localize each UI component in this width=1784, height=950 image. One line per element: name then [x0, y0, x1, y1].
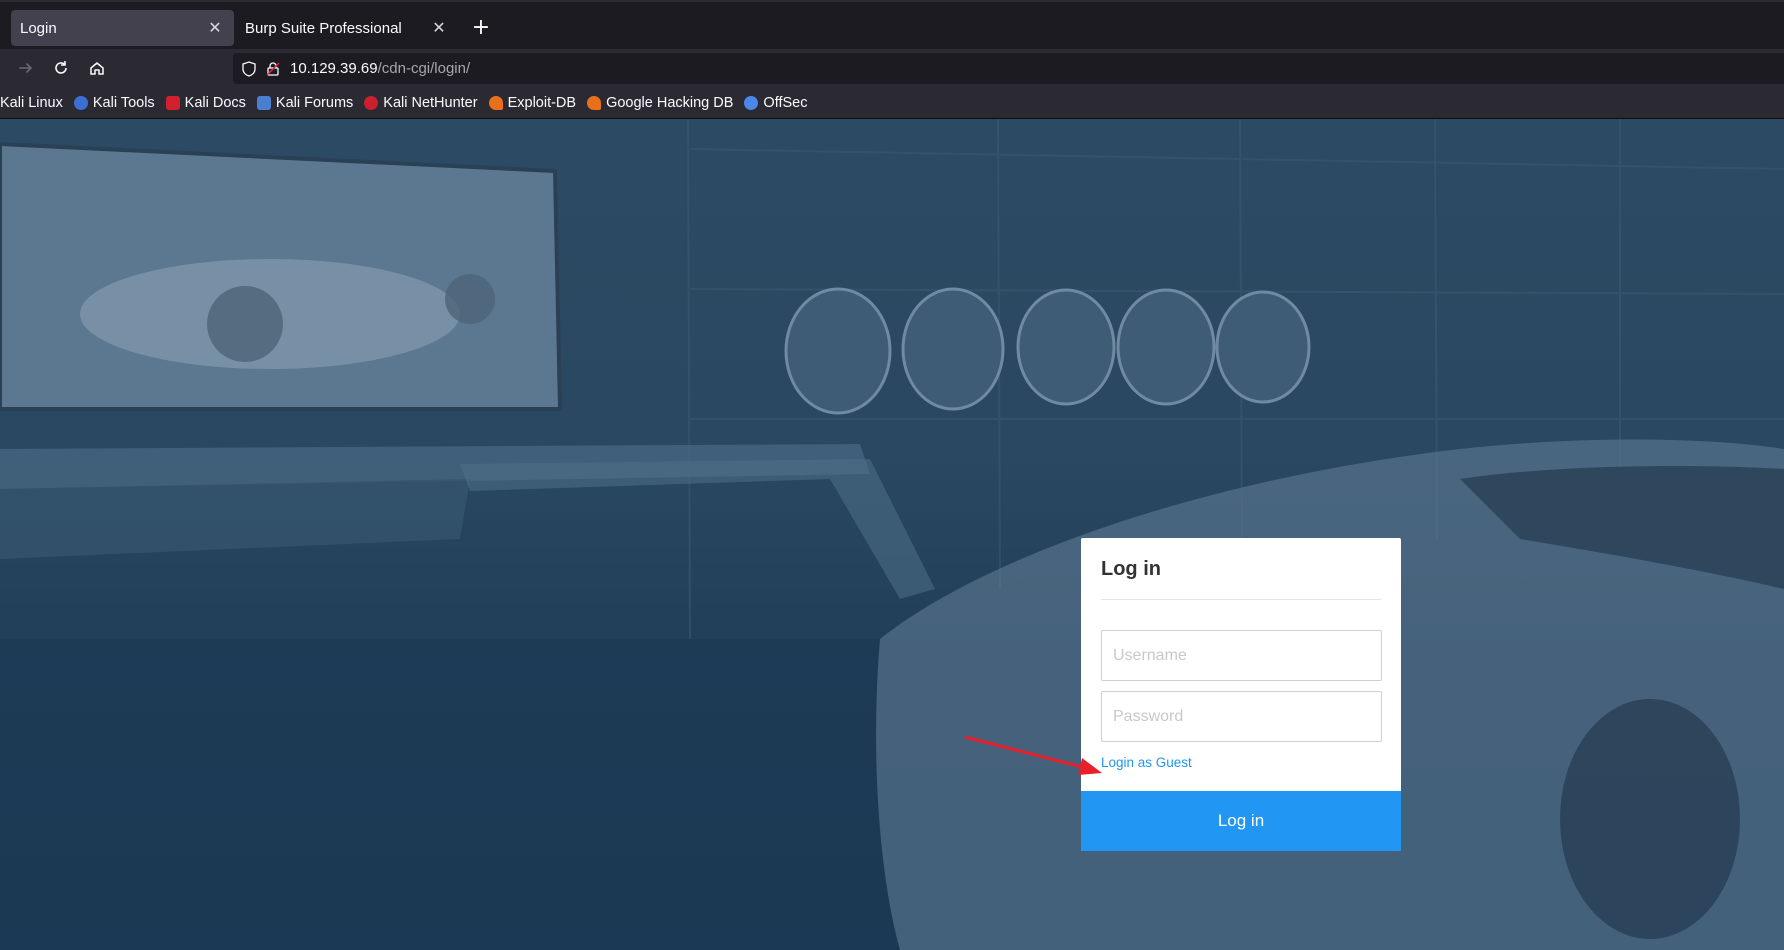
- background-image: [0, 119, 1784, 950]
- bookmark-label: Kali Forums: [275, 95, 354, 111]
- reload-icon: [55, 61, 67, 74]
- password-input[interactable]: [1101, 691, 1382, 742]
- bookmark-label: Google Hacking DB: [606, 95, 734, 111]
- url-path: /cdn-cgi/login/: [377, 60, 471, 77]
- divider: [1101, 599, 1381, 600]
- bookmark-label: Kali Linux: [0, 95, 63, 111]
- bookmark-label: Kali Tools: [92, 95, 155, 111]
- annotation-arrow-icon: [964, 735, 1102, 775]
- login-button[interactable]: Log in: [1081, 791, 1401, 851]
- url-host: 10.129.39.69: [290, 60, 378, 77]
- kali-tools-icon: [73, 96, 88, 110]
- bookmark-label: Exploit-DB: [507, 95, 577, 111]
- bookmark-label: OffSec: [763, 95, 808, 111]
- bookmark-kali-tools[interactable]: Kali Tools: [73, 91, 155, 115]
- bookmark-exploit-db[interactable]: Exploit-DB: [488, 91, 577, 115]
- tab-title: Burp Suite Professional: [245, 19, 402, 37]
- home-icon: [90, 62, 104, 75]
- bookmark-label: Kali NetHunter: [383, 95, 478, 111]
- close-icon[interactable]: ✕: [430, 19, 448, 37]
- back-button[interactable]: [12, 54, 40, 82]
- kali-forums-icon: [256, 96, 271, 110]
- bookmark-kali-linux[interactable]: Kali Linux: [0, 91, 63, 115]
- username-input[interactable]: [1101, 630, 1382, 681]
- bookmark-kali-nethunter[interactable]: Kali NetHunter: [364, 91, 478, 115]
- offsec-icon: [744, 96, 759, 110]
- bookmark-kali-forums[interactable]: Kali Forums: [256, 91, 354, 115]
- page-viewport: Log in Login as Guest Log in: [0, 119, 1784, 950]
- bookmark-google-hacking-db[interactable]: Google Hacking DB: [587, 91, 733, 115]
- bookmarks-toolbar: Kali Linux Kali Tools Kali Docs Kali For…: [0, 88, 1784, 119]
- kali-docs-icon: [165, 96, 180, 110]
- close-icon[interactable]: ✕: [206, 19, 224, 37]
- tab-login[interactable]: Login ✕: [11, 10, 234, 46]
- ghdb-icon: [587, 96, 602, 110]
- reload-button[interactable]: [47, 54, 75, 82]
- exploit-db-icon: [488, 96, 503, 110]
- login-title: Log in: [1101, 558, 1161, 580]
- new-tab-button[interactable]: +: [469, 16, 493, 40]
- shield-icon: [242, 60, 256, 77]
- bookmark-label: Kali Docs: [184, 95, 246, 111]
- url-bar[interactable]: 10.129.39.69/cdn-cgi/login/: [233, 53, 1784, 84]
- home-button[interactable]: [83, 54, 111, 82]
- tab-title: Login: [20, 19, 57, 37]
- arrow-right-icon: [19, 63, 33, 73]
- tab-strip: Login ✕ Burp Suite Professional ✕ +: [0, 0, 1784, 49]
- tab-burp-suite[interactable]: Burp Suite Professional ✕: [236, 10, 458, 46]
- bookmark-offsec[interactable]: OffSec: [744, 91, 807, 115]
- bookmark-kali-docs[interactable]: Kali Docs: [165, 91, 246, 115]
- nav-toolbar: 10.129.39.69/cdn-cgi/login/: [0, 49, 1784, 88]
- nethunter-icon: [364, 96, 379, 110]
- login-card: Log in Login as Guest Log in: [1081, 538, 1401, 851]
- insecure-lock-icon[interactable]: [265, 61, 281, 77]
